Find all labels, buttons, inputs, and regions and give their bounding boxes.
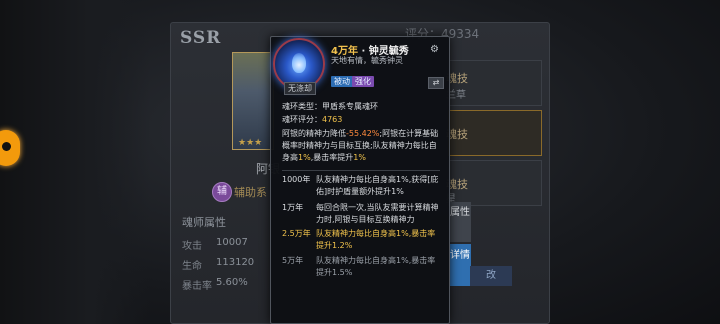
attribute-row: 暴击率 5.60% [182, 277, 248, 292]
effect-part: 1% [353, 153, 366, 162]
effect-part: 阿银的精神力降低 [282, 129, 346, 138]
gear-icon[interactable]: ⚙ [430, 44, 439, 55]
ring-subtitle: 天地有情，毓秀钟灵 [331, 56, 403, 65]
ring-lock-label: 无涤却 [284, 82, 316, 95]
year-effect-text: 队友精神力每比自身高1%,暴击率提升1.5% [316, 256, 436, 277]
attribute-label: 暴击率 [182, 281, 212, 292]
attribute-row: 攻击 10007 [182, 237, 248, 252]
effect-part: ,暴击率提升 [310, 153, 354, 162]
left-edge-shade [0, 0, 150, 324]
year-label: 2.5万年 [282, 229, 311, 238]
tab-attributes[interactable]: 属性 [449, 202, 471, 242]
attribute-value: 113120 [216, 257, 255, 268]
effect-part: -55.42% [346, 129, 380, 138]
attribute-row: 生命 113120 [182, 257, 254, 272]
role-label: 辅助系 [234, 186, 267, 199]
attribute-label: 攻击 [182, 241, 202, 252]
attributes-title: 魂师属性 [182, 216, 226, 229]
swap-icon[interactable]: ⇄ [428, 77, 444, 89]
side-pet-button[interactable] [0, 130, 20, 166]
year-effect-text: 每回合限一次,当队友需要计算精神力时,阿银与目标互换精神力 [316, 203, 439, 224]
main-effect: 阿银的精神力降低-55.42%;阿银在计算基础概率时精神力与目标互换;队友精神力… [282, 128, 440, 164]
character-portrait[interactable] [232, 52, 274, 150]
ring-type-value: 甲盾系专属魂环 [322, 102, 378, 111]
pet-eye-icon [2, 142, 11, 151]
tag-enhance: 强化 [352, 76, 374, 87]
attribute-value: 5.60% [216, 277, 248, 288]
attribute-label: 生命 [182, 261, 202, 272]
year-label: 1万年 [282, 203, 304, 212]
bottom-action-button[interactable]: 改 [470, 266, 512, 286]
attribute-value: 10007 [216, 237, 248, 248]
ring-score: 魂环评分：4763 [282, 114, 342, 125]
tab-details[interactable]: 详情 [449, 244, 471, 286]
ring-score-value: 4763 [322, 115, 343, 124]
year-effect-text: 队友精神力每比自身高1%,暴击率提升1.2% [316, 229, 436, 250]
rarity-label: SSR [180, 28, 222, 48]
effect-part: 1% [298, 153, 311, 162]
role-badge-icon: 辅 [212, 182, 232, 202]
flame-icon [292, 53, 306, 73]
star-rating: ★★★ [238, 138, 263, 148]
ring-type-label: 魂环类型： [282, 102, 322, 111]
year-label: 1000年 [282, 175, 311, 184]
divider [282, 170, 440, 171]
tag-passive: 被动 [331, 76, 353, 87]
ring-score-label: 魂环评分： [282, 115, 322, 124]
ring-type: 魂环类型：甲盾系专属魂环 [282, 101, 378, 112]
year-label: 5万年 [282, 256, 304, 265]
year-effect-text: 队友精神力每比自身高1%,获得[庇佑]时护盾量额外提升1% [316, 175, 439, 196]
